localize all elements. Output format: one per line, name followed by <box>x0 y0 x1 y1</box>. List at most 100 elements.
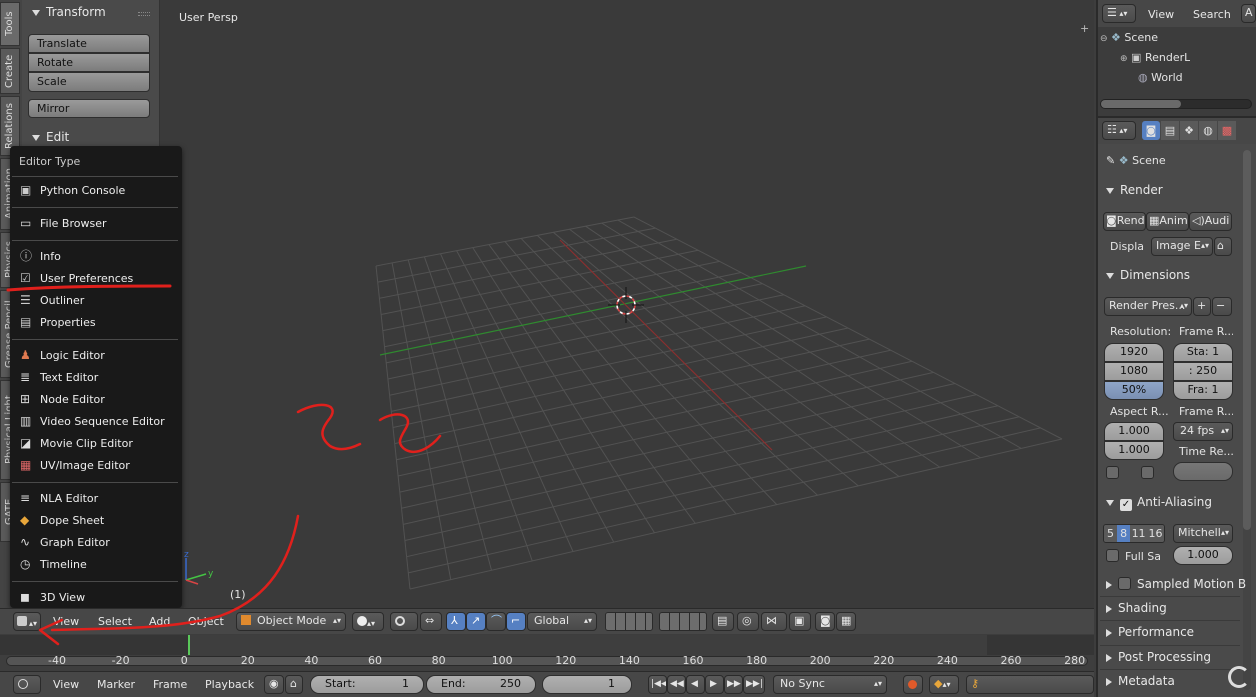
preview-range-button[interactable]: ◉ <box>264 675 284 694</box>
outliner-search-menu[interactable]: Search <box>1193 6 1231 24</box>
keying-set-dropdown[interactable]: ◆▴▾ <box>929 675 959 694</box>
manipulator-toggle[interactable]: ⇔ <box>420 612 442 631</box>
extra-manipulator[interactable]: ⌐ <box>506 612 526 631</box>
rotate-manipulator[interactable]: ↗ <box>466 612 486 631</box>
full-sample-checkbox[interactable] <box>1106 549 1119 562</box>
render-still-button[interactable]: ◙ <box>815 612 835 631</box>
mode-dropdown[interactable]: Object Mode ▴▾ <box>236 612 346 631</box>
render-context-icon[interactable]: ◙ <box>1142 121 1160 140</box>
frame-step-field[interactable]: Fra: 1 <box>1173 381 1233 400</box>
jump-keyframe-forward-button[interactable]: ▶▶ <box>724 675 743 694</box>
timeline-view-menu[interactable]: View <box>53 676 79 694</box>
outliner-view-menu[interactable]: View <box>1148 6 1174 24</box>
drag-handle-icon[interactable] <box>138 12 150 16</box>
current-frame-field[interactable]: 1 <box>542 675 632 694</box>
tab-tools[interactable]: Tools <box>0 2 20 46</box>
snap-element-dropdown[interactable]: ⋈ <box>761 612 787 631</box>
edit-panel-header[interactable]: Edit <box>32 130 69 144</box>
layer-buttons-1[interactable] <box>605 612 653 631</box>
aa-samples-16[interactable]: 16 <box>1147 525 1164 542</box>
performance-panel-header[interactable]: Performance <box>1106 625 1194 639</box>
tab-create[interactable]: Create <box>0 48 20 94</box>
anti-aliasing-checkbox[interactable]: ✓ <box>1120 499 1132 511</box>
menu-item-properties[interactable]: ▤ Properties <box>10 312 180 333</box>
record-button[interactable] <box>903 675 923 694</box>
crop-checkbox[interactable] <box>1141 466 1154 479</box>
menu-item-uv-image-editor[interactable]: ▦ UV/Image Editor <box>10 455 180 476</box>
resolution-y-field[interactable]: 1080 <box>1104 362 1164 381</box>
proportional-edit-button[interactable]: ◎ <box>737 612 759 631</box>
aa-filter-dropdown[interactable]: Mitchell ▴▾ <box>1173 524 1233 543</box>
post-processing-panel-header[interactable]: Post Processing <box>1106 650 1211 664</box>
scene-context-icon[interactable]: ❖ <box>1180 121 1198 140</box>
menu-item-3d-view[interactable]: ◼ 3D View <box>10 587 180 608</box>
frame-end-field[interactable]: : 250 <box>1173 362 1233 381</box>
pin-icon[interactable]: ✎ <box>1106 154 1115 167</box>
resolution-percent-field[interactable]: 50% <box>1104 381 1164 400</box>
outliner-item-scene[interactable]: ⊖ ❖ Scene <box>1100 31 1158 44</box>
aa-samples-5[interactable]: 5 <box>1104 525 1118 542</box>
transform-panel-header[interactable]: Transform <box>32 5 106 19</box>
render-anim-button[interactable]: ▦ <box>836 612 856 631</box>
orientation-dropdown[interactable]: Global ▴▾ <box>527 612 597 631</box>
dimensions-panel-header[interactable]: Dimensions <box>1106 268 1190 282</box>
timeline-marker-menu[interactable]: Marker <box>97 676 135 694</box>
audio-button[interactable]: ◁)Audi <box>1189 212 1232 231</box>
outliner-item-world[interactable]: ◍ World <box>1138 71 1183 84</box>
menu-item-info[interactable]: ⓘ Info <box>10 246 180 267</box>
remove-preset-button[interactable]: − <box>1212 297 1232 316</box>
outliner-item-renderlayers[interactable]: ⊕ ▣ RenderL <box>1120 51 1190 64</box>
translate-button[interactable]: Translate <box>28 34 150 53</box>
menu-item-video-sequence-editor[interactable]: ▥ Video Sequence Editor <box>10 411 180 432</box>
aa-size-field[interactable]: 1.000 <box>1173 546 1233 565</box>
object-menu[interactable]: Object <box>188 613 224 631</box>
lock-interface-button[interactable]: ⌂ <box>1214 237 1232 256</box>
render-button[interactable]: ◙Rend <box>1103 212 1146 231</box>
render-presets-dropdown[interactable]: Render Pres... ▴▾ <box>1104 297 1192 316</box>
menu-item-file-browser[interactable]: ▭ File Browser <box>10 213 180 234</box>
fps-dropdown[interactable]: 24 fps ▴▾ <box>1173 422 1233 441</box>
shading-panel-header[interactable]: Shading <box>1106 601 1167 615</box>
aspect-y-field[interactable]: 1.000 <box>1104 441 1164 460</box>
translate-manipulator[interactable]: ⅄ <box>446 612 466 631</box>
full-sample-option[interactable]: Full Sa <box>1106 549 1161 563</box>
menu-item-outliner[interactable]: ☰ Outliner <box>10 290 180 311</box>
select-menu[interactable]: Select <box>98 613 132 631</box>
menu-item-user-preferences[interactable]: ☑ User Preferences <box>10 268 180 289</box>
lock-range-button[interactable]: ⌂ <box>285 675 303 694</box>
display-dropdown[interactable]: Image E ▴▾ <box>1151 237 1213 256</box>
world-context-icon[interactable]: ◍ <box>1199 121 1217 140</box>
lock-layers-button[interactable]: ▤ <box>712 612 734 631</box>
shading-dropdown[interactable]: ▴▾ <box>352 612 384 631</box>
menu-item-timeline[interactable]: ◷ Timeline <box>10 554 180 575</box>
snap-target-button[interactable]: ▣ <box>789 612 811 631</box>
menu-item-logic-editor[interactable]: ♟ Logic Editor <box>10 345 180 366</box>
metadata-panel-header[interactable]: Metadata <box>1106 674 1175 688</box>
menu-item-movie-clip-editor[interactable]: ◪ Movie Clip Editor <box>10 433 180 454</box>
menu-item-graph-editor[interactable]: ∿ Graph Editor <box>10 532 180 553</box>
frame-start-field[interactable]: Sta: 1 <box>1173 343 1233 362</box>
view-menu[interactable]: View <box>53 613 79 631</box>
play-button[interactable]: ▶ <box>705 675 724 694</box>
menu-item-python-console[interactable]: ▣ Python Console <box>10 180 180 201</box>
mirror-button[interactable]: Mirror <box>28 99 150 118</box>
menu-item-text-editor[interactable]: ≣ Text Editor <box>10 367 180 388</box>
end-frame-field[interactable]: End: 250 <box>426 675 536 694</box>
menu-item-node-editor[interactable]: ⊞ Node Editor <box>10 389 180 410</box>
pivot-dropdown[interactable] <box>390 612 418 631</box>
time-remap-field[interactable] <box>1173 462 1233 481</box>
current-frame-line[interactable] <box>188 635 190 655</box>
menu-item-dope-sheet[interactable]: ◆ Dope Sheet <box>10 510 180 531</box>
timeline-frame-menu[interactable]: Frame <box>153 676 187 694</box>
sampled-motion-blur-header[interactable]: Sampled Motion B <box>1106 577 1246 591</box>
scale-button[interactable]: Scale <box>28 72 150 92</box>
layer-buttons-2[interactable] <box>659 612 707 631</box>
scale-manipulator[interactable]: ⌒ <box>486 612 506 631</box>
jump-end-button[interactable]: ▶▶| <box>743 675 765 694</box>
aa-samples-11[interactable]: 11 <box>1130 525 1148 542</box>
motion-blur-checkbox[interactable] <box>1118 577 1131 590</box>
layers-context-icon[interactable]: ▤ <box>1161 121 1179 140</box>
start-frame-field[interactable]: Start: 1 <box>310 675 424 694</box>
jump-keyframe-back-button[interactable]: ◀◀ <box>667 675 686 694</box>
properties-editor-type-button[interactable]: ☷ ▴▾ <box>1102 121 1136 140</box>
